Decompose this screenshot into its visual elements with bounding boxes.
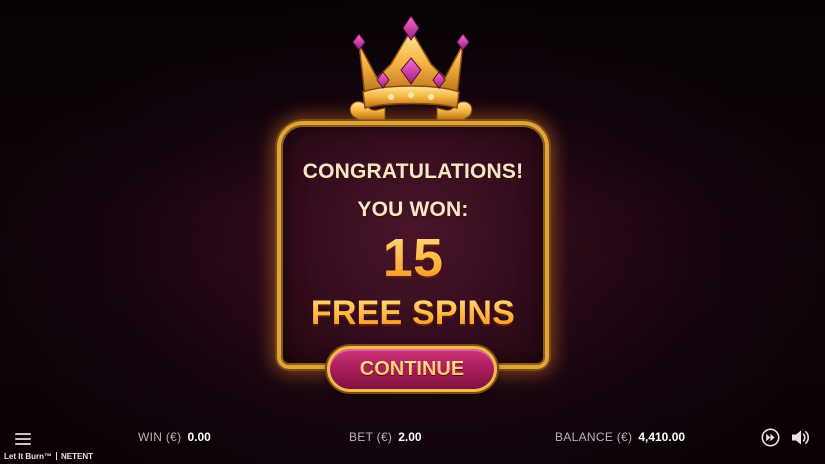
fast-forward-icon[interactable] xyxy=(761,428,780,447)
bottom-status-bar: WIN (€) 0.00 BET (€) 2.00 BALANCE (€) 4,410… xyxy=(0,420,825,464)
continue-button-label: CONTINUE xyxy=(359,357,465,380)
bet-display[interactable]: BET (€) 2.00 xyxy=(349,430,422,444)
win-label: WIN (€) xyxy=(138,430,182,444)
speaker-icon[interactable] xyxy=(790,428,810,447)
provider-name: NETENT xyxy=(61,452,93,461)
win-value: 0.00 xyxy=(187,430,211,444)
balance-label: BALANCE (€) xyxy=(555,430,633,444)
bet-value: 2.00 xyxy=(398,430,422,444)
you-won-text: YOU WON: xyxy=(357,198,469,221)
free-spins-count: 15 xyxy=(281,228,545,288)
hamburger-menu-icon[interactable] xyxy=(15,433,31,445)
free-spins-label: FREE SPINS xyxy=(281,293,545,333)
continue-button[interactable]: CONTINUE xyxy=(327,346,497,392)
game-branding: Let It Burn™ NETENT xyxy=(4,452,93,461)
balance-display: BALANCE (€) 4,410.00 xyxy=(555,430,685,444)
win-display: WIN (€) 0.00 xyxy=(138,430,211,444)
balance-value: 4,410.00 xyxy=(638,430,686,444)
bet-label: BET (€) xyxy=(349,430,393,444)
free-spins-win-popup: CONGRATULATIONS! YOU WON: 15 FREE SPINS xyxy=(277,121,549,369)
congratulations-text: CONGRATULATIONS! xyxy=(302,160,524,183)
brand-divider xyxy=(56,452,57,460)
crown-icon xyxy=(349,15,473,121)
game-name: Let It Burn™ xyxy=(4,452,52,461)
